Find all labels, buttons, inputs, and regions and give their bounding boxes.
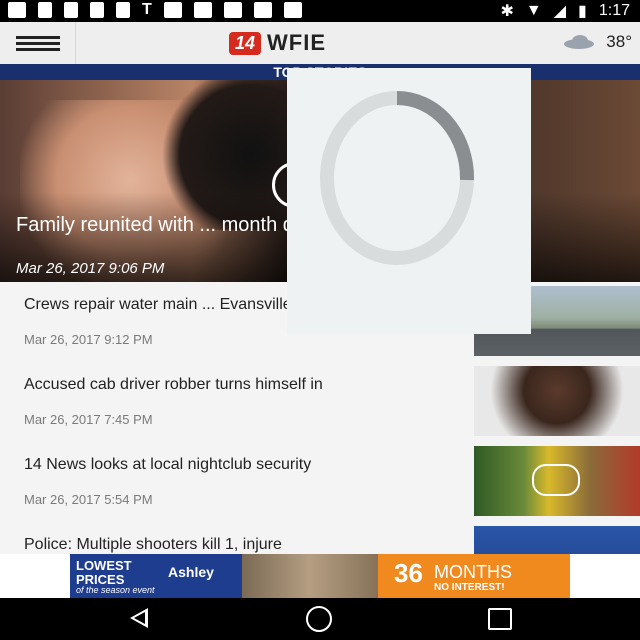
play-icon[interactable] bbox=[532, 464, 580, 496]
story-thumbnail bbox=[474, 526, 640, 554]
temperature: 38° bbox=[606, 32, 632, 51]
square-icon bbox=[223, 2, 242, 18]
status-bar: T ✱ ▼ ◢ ▮ 1:17 bbox=[0, 0, 640, 22]
story-thumbnail bbox=[474, 446, 640, 516]
back-icon[interactable] bbox=[130, 608, 148, 628]
ad-line1: LOWEST bbox=[76, 558, 132, 573]
system-nav-bar bbox=[0, 598, 640, 640]
square-icon bbox=[283, 2, 302, 18]
flashlight-icon bbox=[90, 2, 104, 18]
story-item[interactable]: 14 News looks at local nightclub securit… bbox=[0, 442, 640, 523]
station-logo[interactable]: 14 WFIE bbox=[229, 30, 326, 56]
loading-overlay bbox=[287, 68, 531, 334]
story-date: Mar 26, 2017 9:12 PM bbox=[24, 332, 153, 347]
ad-months-number: 36 bbox=[394, 558, 423, 588]
signal-icon: ◢ bbox=[553, 3, 567, 20]
facebook-icon bbox=[64, 2, 78, 18]
notification-icons: T bbox=[8, 2, 302, 18]
loading-spinner-icon bbox=[320, 91, 475, 265]
square-icon bbox=[193, 2, 212, 18]
app-bar: 14 WFIE 38° bbox=[0, 22, 640, 65]
logo-badge: 14 bbox=[229, 31, 262, 55]
story-title: Police: Multiple shooters kill 1, injure bbox=[24, 536, 282, 553]
t-icon: T bbox=[142, 1, 152, 18]
menu-icon bbox=[16, 42, 60, 45]
ad-left-panel: LOWEST PRICES of the season event Ashley bbox=[70, 554, 242, 598]
story-title: 14 News looks at local nightclub securit… bbox=[24, 456, 312, 473]
ad-months-text: MONTHS bbox=[434, 562, 512, 582]
story-date: Mar 26, 2017 7:45 PM bbox=[24, 412, 153, 427]
menu-icon bbox=[16, 36, 60, 39]
square-icon bbox=[253, 2, 272, 18]
home-icon[interactable] bbox=[306, 606, 332, 632]
logo-name: WFIE bbox=[267, 30, 327, 55]
send-icon bbox=[38, 2, 52, 18]
wifi-icon: ▼ bbox=[525, 2, 542, 19]
hero-date: Mar 26, 2017 9:06 PM bbox=[16, 260, 165, 277]
menu-button[interactable] bbox=[0, 22, 76, 64]
story-title: Accused cab driver robber turns himself … bbox=[24, 376, 323, 393]
story-date: Mar 26, 2017 5:54 PM bbox=[24, 492, 153, 507]
message-icon bbox=[8, 2, 26, 18]
ad-banner[interactable]: LOWEST PRICES of the season event Ashley… bbox=[0, 554, 640, 598]
story-item[interactable]: Accused cab driver robber turns himself … bbox=[0, 362, 640, 443]
ad-image bbox=[242, 554, 378, 598]
menu-icon bbox=[16, 48, 60, 51]
ad-right-panel: 36 MONTHS NO INTEREST! bbox=[378, 554, 570, 598]
square-icon bbox=[163, 2, 182, 18]
weather-cloud-icon bbox=[560, 33, 600, 51]
clock: 1:17 bbox=[598, 2, 630, 19]
ad-line3: of the season event bbox=[76, 585, 155, 595]
weather-widget[interactable]: 38° bbox=[560, 32, 632, 52]
ad-brand: Ashley bbox=[168, 564, 214, 580]
story-thumbnail bbox=[474, 366, 640, 436]
ad-months-sub: NO INTEREST! bbox=[434, 582, 505, 593]
battery-icon: ▮ bbox=[578, 3, 587, 20]
ad-creative[interactable]: LOWEST PRICES of the season event Ashley… bbox=[70, 554, 570, 598]
story-item[interactable]: Police: Multiple shooters kill 1, injure bbox=[0, 522, 640, 555]
system-icons: ✱ ▼ ◢ ▮ 1:17 bbox=[500, 1, 630, 21]
recents-icon[interactable] bbox=[488, 608, 512, 630]
news-icon bbox=[116, 2, 130, 18]
bluetooth-icon: ✱ bbox=[500, 3, 514, 20]
